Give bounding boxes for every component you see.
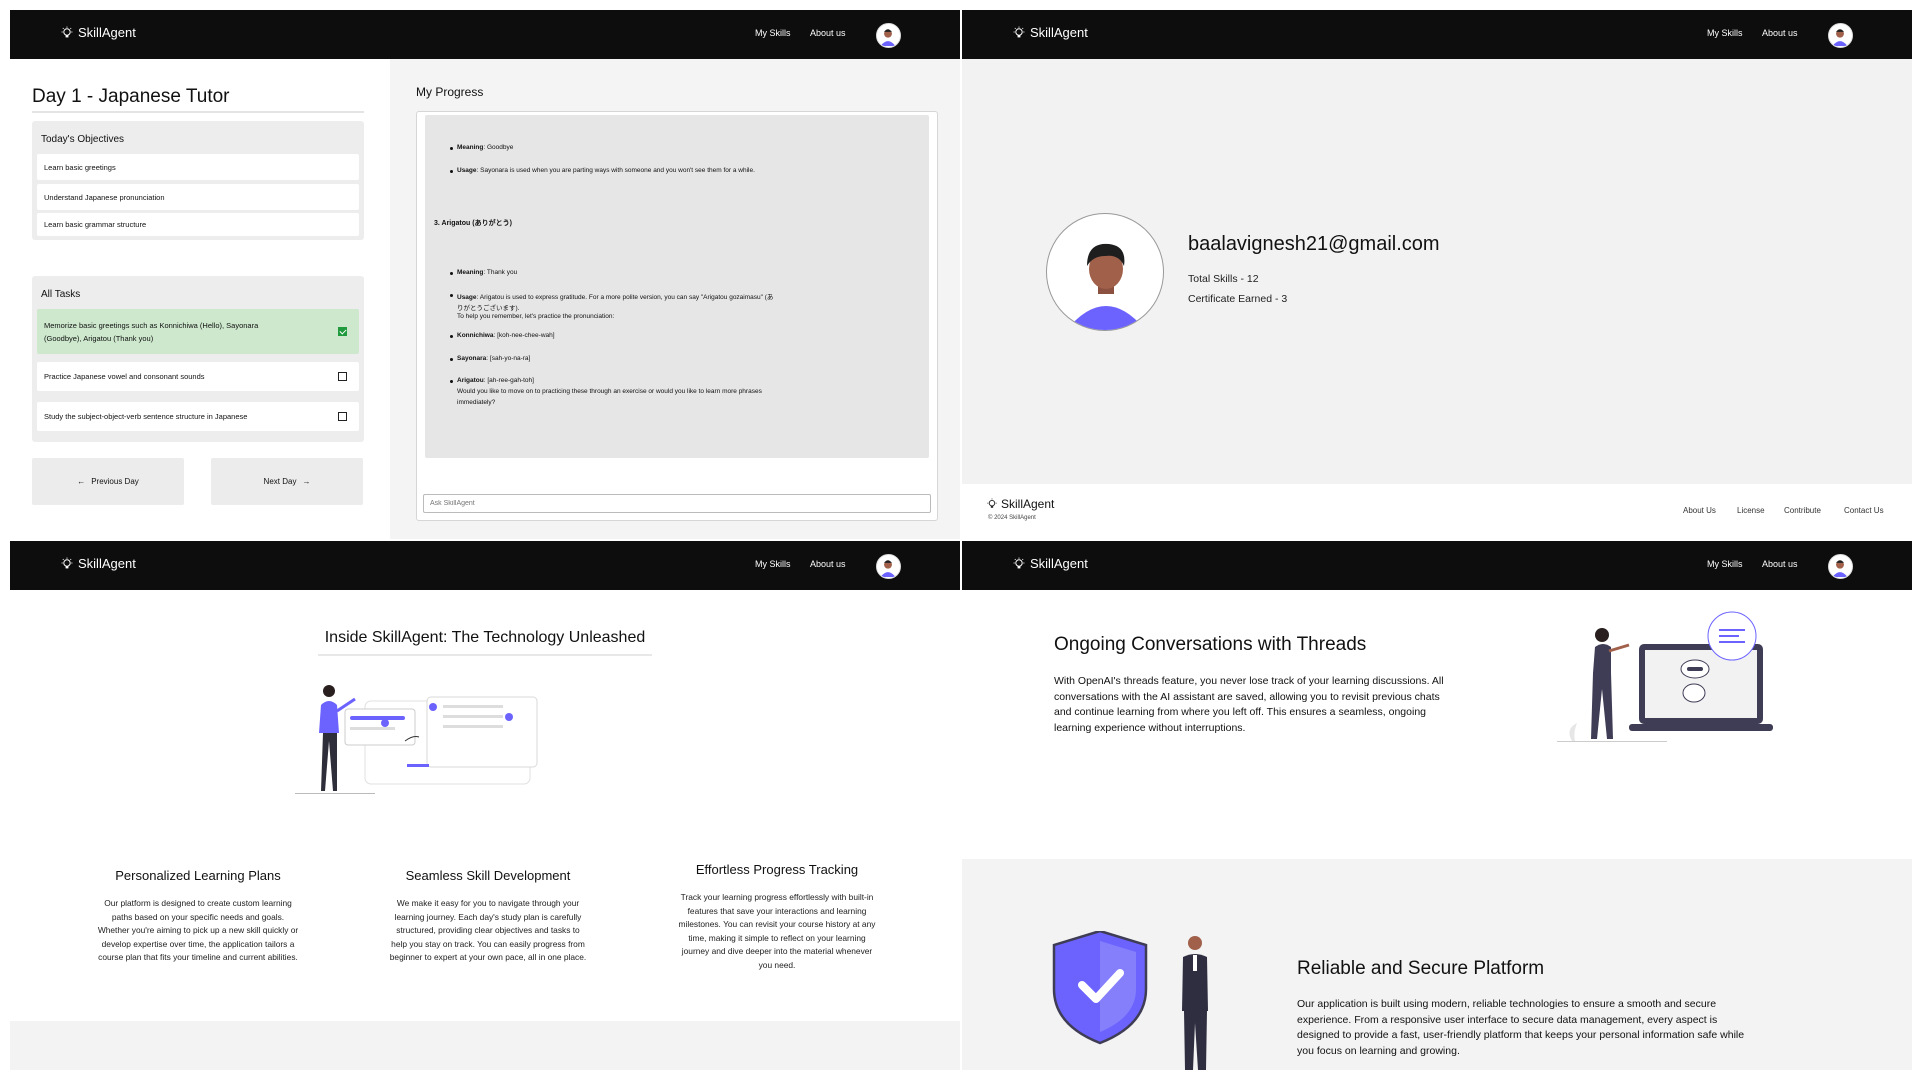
total-skills: Total Skills - 12 <box>1188 273 1259 285</box>
brand-logo[interactable]: SkillAgent <box>60 556 136 571</box>
feature-title: Effortless Progress Tracking <box>695 862 859 877</box>
avatar[interactable] <box>876 554 901 579</box>
tasks-panel: All Tasks Memorize basic greetings such … <box>32 276 364 442</box>
nav-about-us[interactable]: About us <box>1762 28 1798 38</box>
footer-link-about[interactable]: About Us <box>1683 506 1716 515</box>
footer: SkillAgent © 2024 SkillAgent About Us Li… <box>962 484 1912 539</box>
brand-name: SkillAgent <box>78 25 136 40</box>
day-screen: SkillAgent My Skills About us Day 1 - Ja… <box>10 10 960 539</box>
tasks-title: All Tasks <box>41 289 81 300</box>
assistant-message[interactable]: Meaning: Goodbye Usage: Sayonara is used… <box>425 115 929 458</box>
chat-box: Meaning: Goodbye Usage: Sayonara is used… <box>416 111 938 521</box>
avatar[interactable] <box>1828 554 1853 579</box>
objective-item: Understand Japanese pronunciation <box>37 184 359 210</box>
task-text: Study the subject-object-verb sentence s… <box>44 412 248 421</box>
ask-skillagent-input[interactable] <box>423 494 931 513</box>
lightbulb-icon <box>987 498 997 508</box>
brand-logo[interactable]: SkillAgent <box>1012 25 1088 40</box>
task-item[interactable]: Study the subject-object-verb sentence s… <box>37 402 359 431</box>
message-heading: 3. Arigatou (ありがとう) <box>434 220 512 227</box>
threads-description: With OpenAI's threads feature, you never… <box>1054 675 1444 735</box>
feature-tracking: Effortless Progress Tracking Track your … <box>672 862 882 972</box>
title-divider <box>318 654 652 656</box>
next-day-button[interactable]: Next Day → <box>211 458 363 505</box>
footer-brand[interactable]: SkillAgent <box>986 497 1054 511</box>
brand-name: SkillAgent <box>1030 556 1088 571</box>
secure-title: Reliable and Secure Platform <box>1297 958 1545 979</box>
copyright: © 2024 SkillAgent <box>988 515 1036 521</box>
threads-title: Ongoing Conversations with Threads <box>1054 634 1367 655</box>
task-item[interactable]: Memorize basic greetings such as Konnich… <box>37 309 359 354</box>
task-item[interactable]: Practice Japanese vowel and consonant so… <box>37 362 359 391</box>
arrow-left-icon: ← <box>77 477 86 486</box>
nav-my-skills[interactable]: My Skills <box>1707 559 1743 569</box>
task-text: Memorize basic greetings such as Konnich… <box>44 320 259 330</box>
progress-panel: My Progress Meaning: Goodbye Usage: Sayo… <box>390 59 960 539</box>
section-title: Inside SkillAgent: The Technology Unleas… <box>324 629 646 646</box>
objectives-title: Today's Objectives <box>41 134 125 145</box>
objective-item: Learn basic greetings <box>37 154 359 180</box>
feature-seamless: Seamless Skill Development We make it ea… <box>383 868 593 965</box>
previous-day-label: Previous Day <box>91 477 139 486</box>
security-shield-illustration <box>1052 931 1208 1070</box>
nav-about-us[interactable]: About us <box>1762 559 1798 569</box>
footer-link-license[interactable]: License <box>1737 506 1765 515</box>
lightbulb-icon <box>1013 26 1025 37</box>
nav-about-us[interactable]: About us <box>810 559 846 569</box>
footer-brand-name: SkillAgent <box>1001 497 1055 511</box>
footer-link-contribute[interactable]: Contribute <box>1784 506 1821 515</box>
nav-my-skills[interactable]: My Skills <box>1707 28 1743 38</box>
profile-avatar <box>1046 213 1164 331</box>
profile-email: baalavignesh21@gmail.com <box>1188 233 1440 255</box>
learning-plan-illustration <box>295 685 538 794</box>
lightbulb-icon <box>61 26 73 37</box>
brand-name: SkillAgent <box>1030 25 1088 40</box>
page-title: Day 1 - Japanese Tutor <box>32 86 230 107</box>
task-checkbox-checked[interactable] <box>338 327 347 336</box>
about-technology-screen: SkillAgent My Skills About us Inside Ski… <box>10 541 960 1070</box>
next-day-label: Next Day <box>263 477 297 486</box>
previous-day-button[interactable]: ← Previous Day <box>32 458 184 505</box>
task-text-cont: (Goodbye), Arigatou (Thank you) <box>44 333 154 343</box>
feature-title: Seamless Skill Development <box>405 868 571 883</box>
top-nav: SkillAgent My Skills About us <box>962 10 1912 59</box>
brand-logo[interactable]: SkillAgent <box>1012 556 1088 571</box>
nav-my-skills[interactable]: My Skills <box>755 28 791 38</box>
secure-description: Our application is built using modern, r… <box>1297 998 1745 1058</box>
objectives-panel: Today's Objectives Learn basic greetings… <box>32 121 364 240</box>
task-checkbox[interactable] <box>338 372 347 381</box>
brand-name: SkillAgent <box>78 556 136 571</box>
brand-logo[interactable]: SkillAgent <box>60 25 136 40</box>
threads-illustration <box>1557 611 1773 742</box>
objective-item: Learn basic grammar structure <box>37 213 359 236</box>
top-nav: SkillAgent My Skills About us <box>10 541 960 590</box>
feature-title: Personalized Learning Plans <box>115 868 281 883</box>
footer-link-contact[interactable]: Contact Us <box>1844 506 1884 515</box>
certificates-earned: Certificate Earned - 3 <box>1188 293 1288 305</box>
lightbulb-icon <box>1013 557 1025 568</box>
features-screen: SkillAgent My Skills About us Ongoing Co… <box>962 541 1912 1070</box>
task-checkbox[interactable] <box>338 412 347 421</box>
avatar[interactable] <box>1828 23 1853 48</box>
progress-title: My Progress <box>416 85 484 99</box>
feature-personalized: Personalized Learning Plans Our platform… <box>93 868 303 965</box>
profile-screen: SkillAgent My Skills About us baalavigne… <box>962 10 1912 539</box>
top-nav: SkillAgent My Skills About us <box>962 541 1912 590</box>
lightbulb-icon <box>61 557 73 568</box>
nav-about-us[interactable]: About us <box>810 28 846 38</box>
task-text: Practice Japanese vowel and consonant so… <box>44 372 205 381</box>
avatar[interactable] <box>876 23 901 48</box>
arrow-right-icon: → <box>302 477 311 486</box>
day-plan-panel: Day 1 - Japanese Tutor Today's Objective… <box>10 59 390 539</box>
nav-my-skills[interactable]: My Skills <box>755 559 791 569</box>
section-band <box>10 1021 960 1070</box>
top-nav: SkillAgent My Skills About us <box>10 10 960 59</box>
title-divider <box>32 111 364 113</box>
